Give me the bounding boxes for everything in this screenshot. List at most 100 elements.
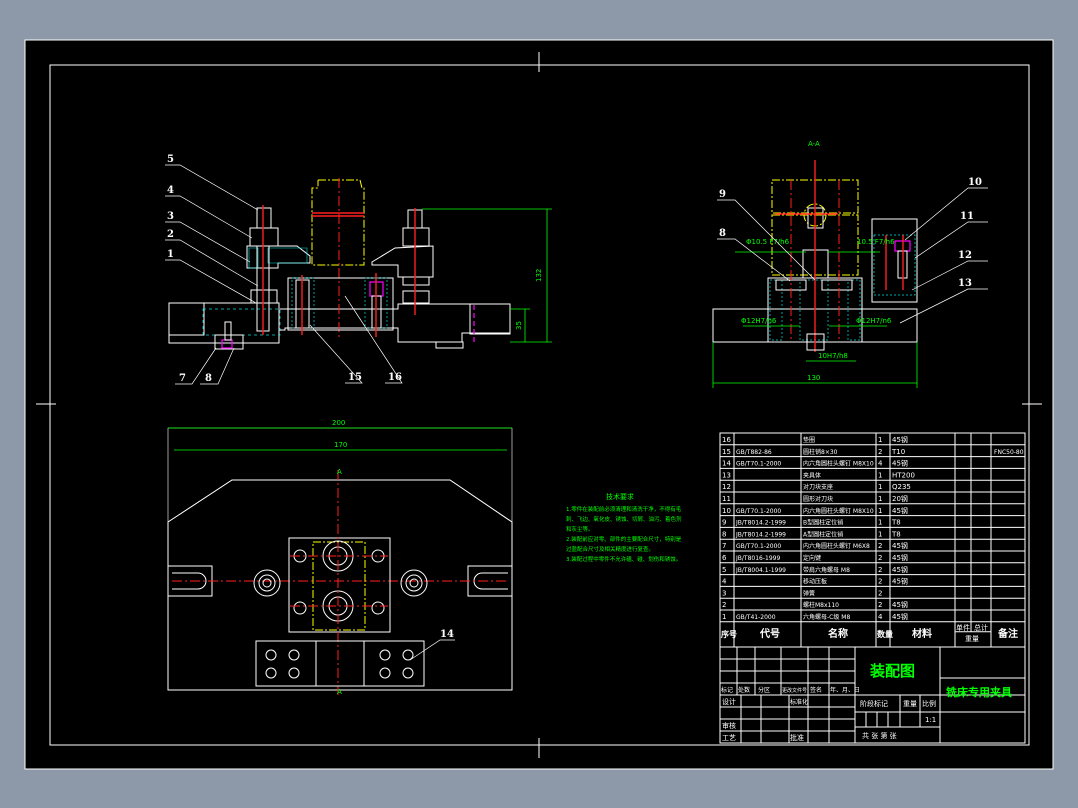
- bom-cell-qty: 4: [878, 460, 883, 468]
- callout-7: 7: [179, 373, 186, 384]
- callout-3: 3: [167, 211, 174, 222]
- rev-header: 标记: [721, 686, 733, 694]
- bom-header-weight: 重量: [965, 635, 979, 643]
- tech-note-line: 和灰尘等。: [566, 525, 594, 533]
- rev-header: 年、月、日: [830, 686, 860, 694]
- bom-cell-no: 7: [722, 542, 726, 550]
- callout-5: 5: [167, 154, 174, 165]
- callout-12: 12: [958, 250, 972, 261]
- bom-header-no: 序号: [721, 629, 737, 639]
- bom-cell-qty: 2: [878, 578, 882, 586]
- bom-cell-no: 12: [722, 483, 731, 491]
- bom-cell-no: 11: [722, 495, 731, 503]
- bom-cell-name: 对刀块支座: [803, 483, 833, 491]
- dim-overall: 200: [332, 419, 345, 427]
- drawing-title: 装配图: [869, 662, 915, 680]
- bom-cell-code: JB/T8014.2-1999: [735, 531, 786, 538]
- rev-header: 处数: [738, 686, 750, 694]
- rev-header: 更改文件号: [782, 687, 807, 694]
- bom-cell-material: 20钢: [892, 494, 908, 503]
- dim-fit-left: Φ10.5 F7/h6: [746, 238, 790, 246]
- callout-11: 11: [960, 211, 974, 222]
- bom-cell-material: HT200: [892, 471, 915, 479]
- bom-header-unit: 单件: [956, 623, 970, 632]
- bom-cell-name: 圆形对刀块: [803, 495, 833, 503]
- tech-note-line: 2.装配前应对零、部件的主要配合尺寸，特别是: [566, 535, 682, 543]
- callout-1: 1: [167, 249, 174, 260]
- bom-cell-no: 1: [722, 613, 726, 621]
- callout-10: 10: [968, 177, 982, 188]
- bom-cell-code: GB/T70.1-2000: [736, 461, 781, 468]
- dim-bore-right: Φ12H7/n6: [856, 317, 892, 325]
- bom-cell-no: 2: [722, 601, 726, 609]
- bom-cell-qty: 2: [878, 566, 882, 574]
- bom-cell-code: GB/T882-86: [736, 449, 772, 456]
- process-label: 工艺: [722, 734, 736, 742]
- bom-cell-qty: 1: [878, 436, 882, 444]
- bom-cell-qty: 2: [878, 589, 882, 597]
- bom-cell-name: 圆柱销8×30: [803, 448, 838, 456]
- callout-8: 8: [205, 373, 212, 384]
- bom-cell-no: 16: [722, 436, 731, 444]
- bom-cell-code: GB/T41-2000: [736, 614, 776, 621]
- bom-cell-material: T8: [891, 530, 901, 538]
- callout-14: 14: [440, 629, 454, 640]
- tech-note-line: 3.装配过程中零件不允许磕、碰、划伤和锈蚀。: [566, 555, 681, 563]
- bom-cell-no: 10: [722, 507, 731, 515]
- callout-9: 9: [719, 189, 726, 200]
- bom-cell-qty: 1: [878, 530, 882, 538]
- bom-cell-qty: 1: [878, 471, 882, 479]
- callout-16: 16: [388, 372, 402, 383]
- standardization-label: 标准化: [790, 698, 808, 706]
- dim-bore-left: Φ12H7/n6: [741, 317, 777, 325]
- bom-cell-material: 45钢: [892, 459, 908, 468]
- bom-cell-no: 8: [722, 530, 726, 538]
- stage-mark-label: 阶段标记: [860, 699, 888, 708]
- bom-cell-no: 15: [722, 448, 731, 456]
- bom-cell-name: 六角螺母-C级 M8: [803, 613, 850, 621]
- bom-cell-qty: 2: [878, 448, 882, 456]
- bom-cell-name: 内六角圆柱头螺钉 M8X10: [803, 460, 874, 468]
- rev-header: 分区: [758, 686, 770, 694]
- bom-cell-name: 弹簧: [803, 589, 815, 597]
- bom-header-material: 材料: [912, 627, 932, 640]
- scale-label: 比例: [922, 699, 936, 708]
- bom-cell-no: 6: [722, 554, 727, 562]
- bom-cell-no: 3: [722, 589, 726, 597]
- bom-cell-no: 4: [722, 578, 727, 586]
- callout-2: 2: [167, 229, 174, 240]
- view-marker-top: A: [337, 468, 342, 476]
- drawing-sheet: [24, 39, 1054, 770]
- bom-cell-qty: 2: [878, 554, 882, 562]
- bom-cell-code: JB/T8004.1-1999: [735, 567, 786, 574]
- bom-cell-material: 45钢: [892, 565, 908, 574]
- bom-header-qty: 数量: [877, 629, 893, 639]
- bom-cell-qty: 1: [878, 507, 882, 515]
- design-label: 设计: [722, 697, 736, 706]
- bom-cell-material: Q235: [892, 483, 911, 491]
- bom-header-name: 名称: [828, 627, 848, 640]
- dim-fit-right: 10.5 F7/h6: [857, 238, 895, 246]
- tech-note-line: 过盈配合尺寸及相关精度进行复查。: [566, 545, 654, 553]
- bom-cell-qty: 1: [878, 495, 882, 503]
- bom-cell-material: 45钢: [892, 600, 908, 609]
- bom-cell-name: 带肩六角螺母 M8: [803, 566, 850, 574]
- cad-drawing-canvas[interactable]: 132 35 5 4 3 2 1 7 8 15 16 A-A Φ10.5 F7/…: [0, 0, 1078, 808]
- bom-cell-no: 13: [722, 471, 731, 479]
- bom-cell-material: 45钢: [892, 541, 908, 550]
- bom-cell-no: 14: [722, 460, 731, 468]
- dim-height: 132: [535, 269, 543, 282]
- bom-cell-qty: 1: [878, 519, 882, 527]
- bom-header-code: 代号: [759, 627, 780, 640]
- callout-4: 4: [167, 185, 174, 196]
- rev-header: 签名: [810, 686, 822, 694]
- bom-cell-no: 5: [722, 566, 726, 574]
- weight-label: 重量: [903, 700, 917, 708]
- bom-cell-code: JB/T8016-1999: [735, 555, 780, 562]
- bom-cell-material: 45钢: [892, 553, 908, 562]
- bom-cell-code: GB/T70.1-2000: [736, 543, 781, 550]
- section-label: A-A: [808, 140, 820, 148]
- bom-cell-name: 夹具体: [803, 471, 821, 479]
- callout-15: 15: [348, 372, 362, 383]
- bom-header-total: 总计: [974, 623, 988, 632]
